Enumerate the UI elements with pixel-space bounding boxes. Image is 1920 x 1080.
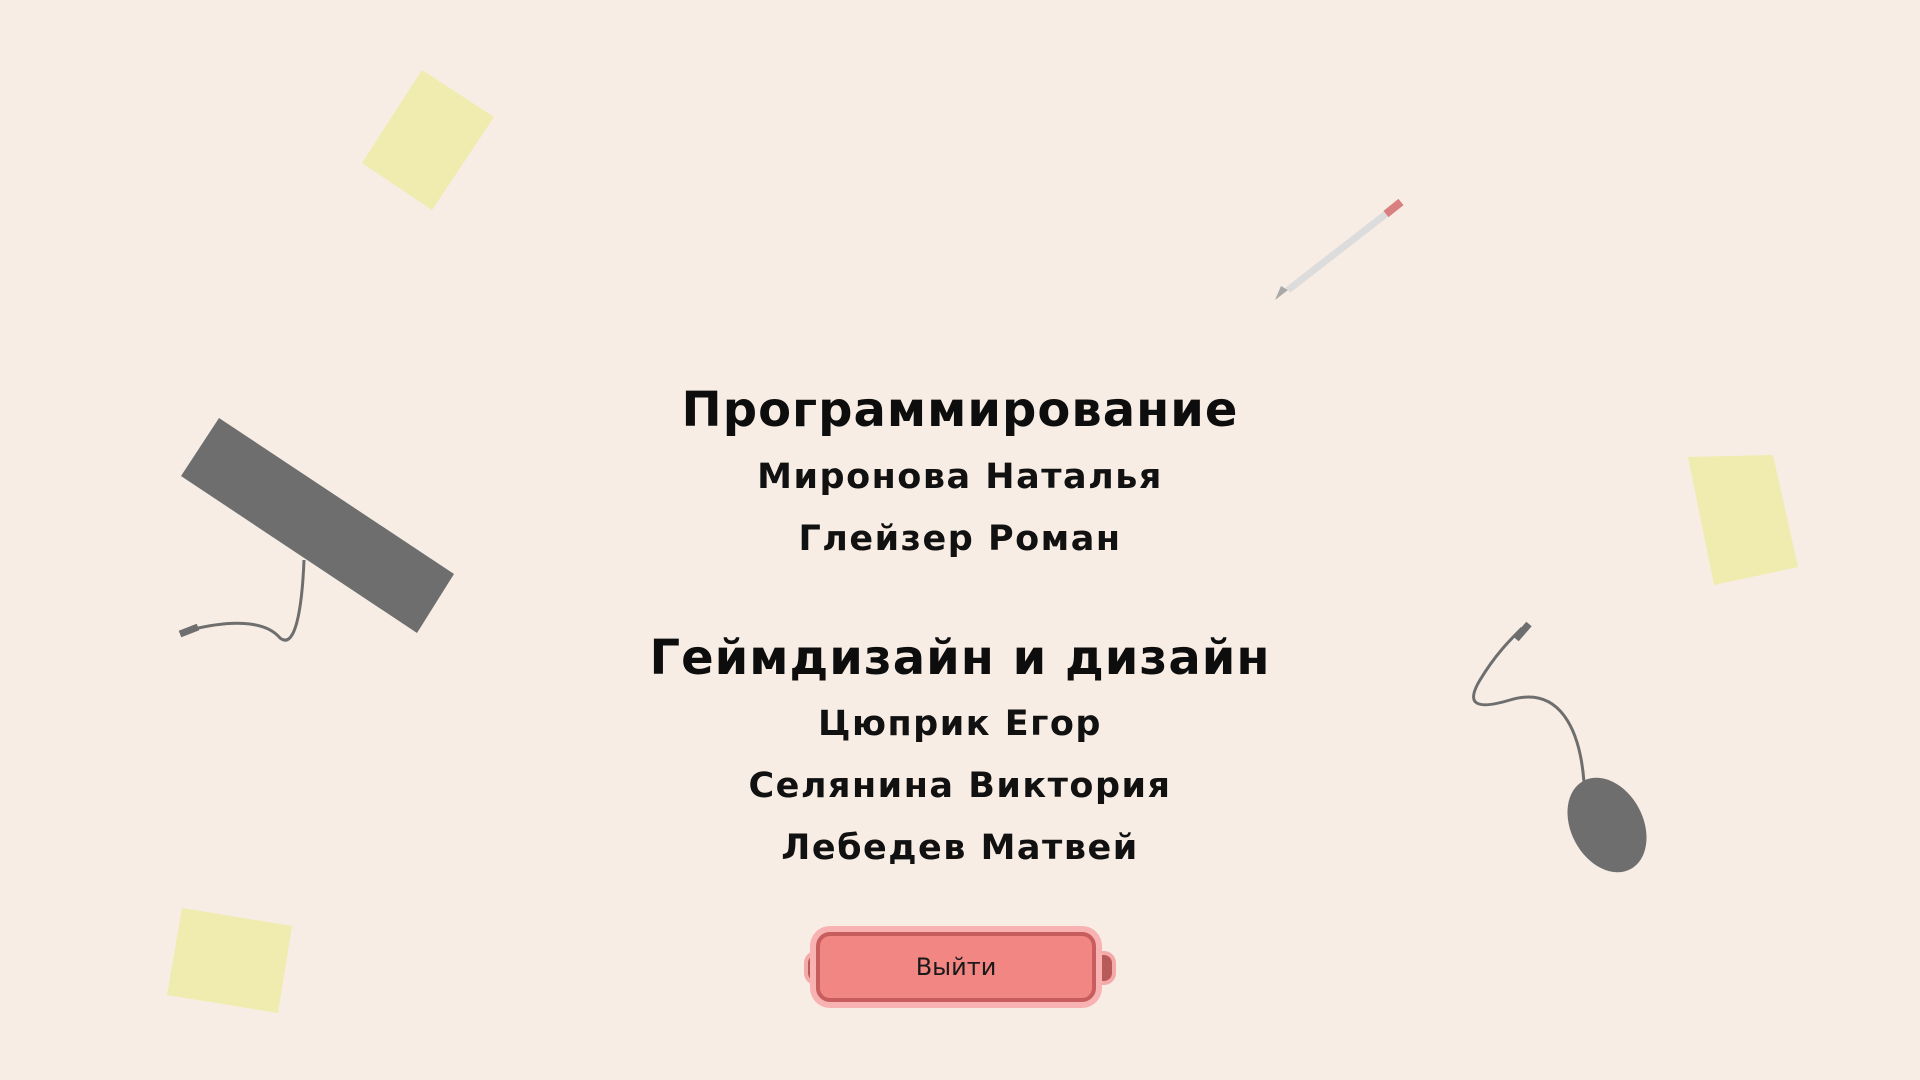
credit-name: Миронова Наталья <box>757 457 1163 497</box>
exit-button[interactable]: Выйти <box>816 932 1096 1002</box>
credits-screen: Программирование Миронова Наталья Глейзе… <box>0 0 1920 1080</box>
exit-button-frame: Выйти <box>806 926 1114 1010</box>
credit-name: Глейзер Роман <box>798 519 1122 559</box>
credit-name: Цюприк Егор <box>818 704 1102 744</box>
sticky-note-icon <box>362 70 494 210</box>
section-title-game-design: Геймдизайн и дизайн <box>649 630 1271 686</box>
sticky-note-icon <box>167 908 292 1013</box>
section-title-programming: Программирование <box>681 382 1239 438</box>
credit-name: Лебедев Матвей <box>781 828 1139 868</box>
pencil-icon <box>1275 198 1404 300</box>
credit-name: Селянина Виктория <box>748 766 1172 806</box>
